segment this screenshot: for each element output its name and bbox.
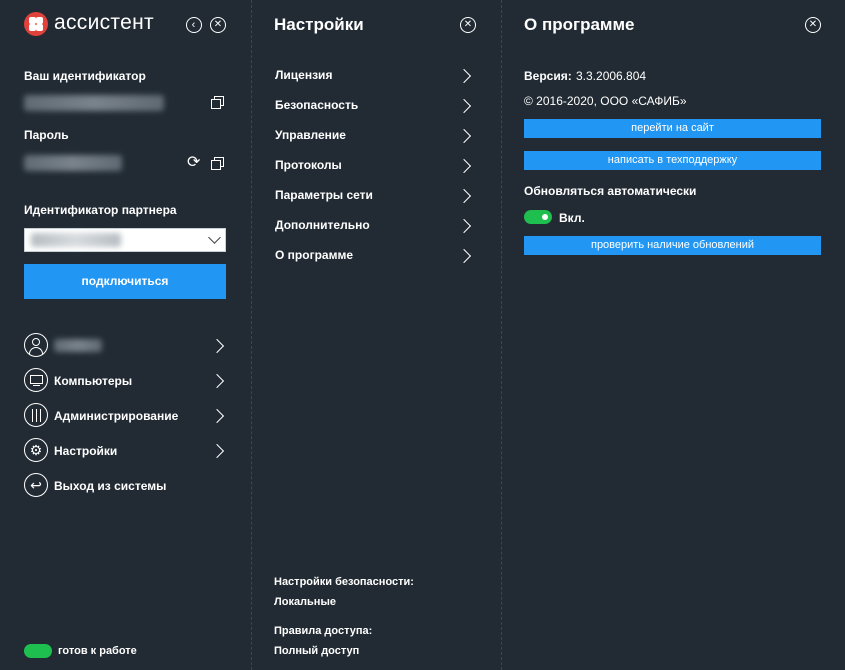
menu-item-computers[interactable]: Компьютеры [24, 368, 228, 394]
chevron-right-icon [209, 443, 225, 459]
about-title: О программе [524, 15, 635, 34]
chevron-right-icon [456, 68, 472, 84]
menu-item-label: Выход из системы [54, 479, 167, 493]
chevron-right-icon [209, 408, 225, 424]
chevron-right-icon [456, 98, 472, 114]
chevron-right-icon [209, 338, 225, 354]
auto-update-label: Обновляться автоматически [524, 184, 697, 198]
access-rules-label: Правила доступа: [274, 625, 373, 637]
about-panel: О программе ✕ Версия: 3.3.2006.804 © 201… [501, 0, 845, 670]
menu-item-label: Компьютеры [54, 374, 133, 388]
security-settings-label: Настройки безопасности: [274, 576, 414, 588]
close-icon: ✕ [213, 19, 223, 30]
app-title: ассистент [54, 11, 154, 34]
status-text: готов к работе [58, 645, 137, 657]
close-icon: ✕ [808, 19, 818, 30]
menu-item-user[interactable] [24, 333, 228, 359]
password-value-blurred [24, 155, 122, 171]
id-value-blurred [24, 95, 164, 111]
partner-id-blurred [31, 233, 121, 247]
security-settings-value: Локальные [274, 596, 336, 608]
access-rules-value: Полный доступ [274, 645, 360, 657]
password-label: Пароль [24, 128, 69, 142]
version-label: Версия: [524, 69, 572, 83]
id-label: Ваш идентификатор [24, 69, 146, 83]
settings-panel: Настройки ✕ Лицензия Безопасность Управл… [251, 0, 501, 670]
chevron-left-icon: ‹ [191, 18, 196, 31]
settings-item-label: Лицензия [275, 68, 333, 82]
partner-id-select[interactable] [24, 228, 226, 252]
settings-close-button[interactable]: ✕ [460, 17, 476, 33]
close-button[interactable]: ✕ [210, 17, 226, 33]
menu-item-administration[interactable]: Администрирование [24, 403, 228, 429]
check-updates-button[interactable]: проверить наличие обновлений [524, 236, 821, 255]
about-close-button[interactable]: ✕ [805, 17, 821, 33]
settings-item-about[interactable]: О программе [275, 246, 475, 266]
copy-id-icon[interactable] [211, 96, 225, 110]
close-icon: ✕ [463, 19, 473, 30]
settings-item-protocols[interactable]: Протоколы [275, 156, 475, 176]
settings-item-label: Протоколы [275, 158, 342, 172]
settings-item-label: Управление [275, 128, 346, 142]
settings-item-license[interactable]: Лицензия [275, 66, 475, 86]
chevron-right-icon [456, 248, 472, 264]
menu-item-label: Администрирование [54, 409, 179, 423]
copy-password-icon[interactable] [211, 157, 225, 171]
collapse-button[interactable]: ‹ [186, 17, 202, 33]
auto-update-toggle[interactable] [524, 210, 552, 224]
settings-item-control[interactable]: Управление [275, 126, 475, 146]
visit-site-button[interactable]: перейти на сайт [524, 119, 821, 138]
chevron-right-icon [456, 218, 472, 234]
contact-support-button[interactable]: написать в техподдержку [524, 151, 821, 170]
monitor-icon [24, 368, 48, 392]
sliders-icon [24, 403, 48, 427]
app-logo-icon [24, 12, 48, 36]
settings-item-advanced[interactable]: Дополнительно [275, 216, 475, 236]
settings-item-security[interactable]: Безопасность [275, 96, 475, 116]
chevron-right-icon [456, 158, 472, 174]
partner-label: Идентификатор партнера [24, 203, 177, 217]
chevron-right-icon [209, 373, 225, 389]
menu-item-logout[interactable]: ↩ Выход из системы [24, 473, 228, 499]
menu-item-settings[interactable]: ⚙ Настройки [24, 438, 228, 464]
menu-item-label: Настройки [54, 444, 118, 458]
chevron-right-icon [456, 128, 472, 144]
settings-title: Настройки [274, 15, 364, 34]
settings-item-label: Безопасность [275, 98, 359, 112]
refresh-password-icon[interactable]: ⟳ [187, 155, 203, 171]
gears-icon: ⚙ [24, 438, 48, 462]
settings-item-network[interactable]: Параметры сети [275, 186, 475, 206]
chevron-right-icon [456, 188, 472, 204]
copyright-text: © 2016-2020, ООО «САФИБ» [524, 94, 687, 108]
chevron-down-icon [208, 231, 221, 244]
username-blurred [54, 339, 102, 352]
connect-button[interactable]: подключиться [24, 264, 226, 299]
settings-item-label: О программе [275, 248, 354, 262]
version-value: 3.3.2006.804 [576, 69, 647, 83]
auto-update-state: Вкл. [559, 211, 585, 225]
status-indicator [24, 644, 52, 658]
main-panel: ассистент ‹ ✕ Ваш идентификатор Пароль ⟳… [0, 0, 251, 670]
settings-item-label: Параметры сети [275, 188, 373, 202]
user-icon [24, 333, 48, 357]
settings-item-label: Дополнительно [275, 218, 370, 232]
logout-icon: ↩ [24, 473, 48, 497]
